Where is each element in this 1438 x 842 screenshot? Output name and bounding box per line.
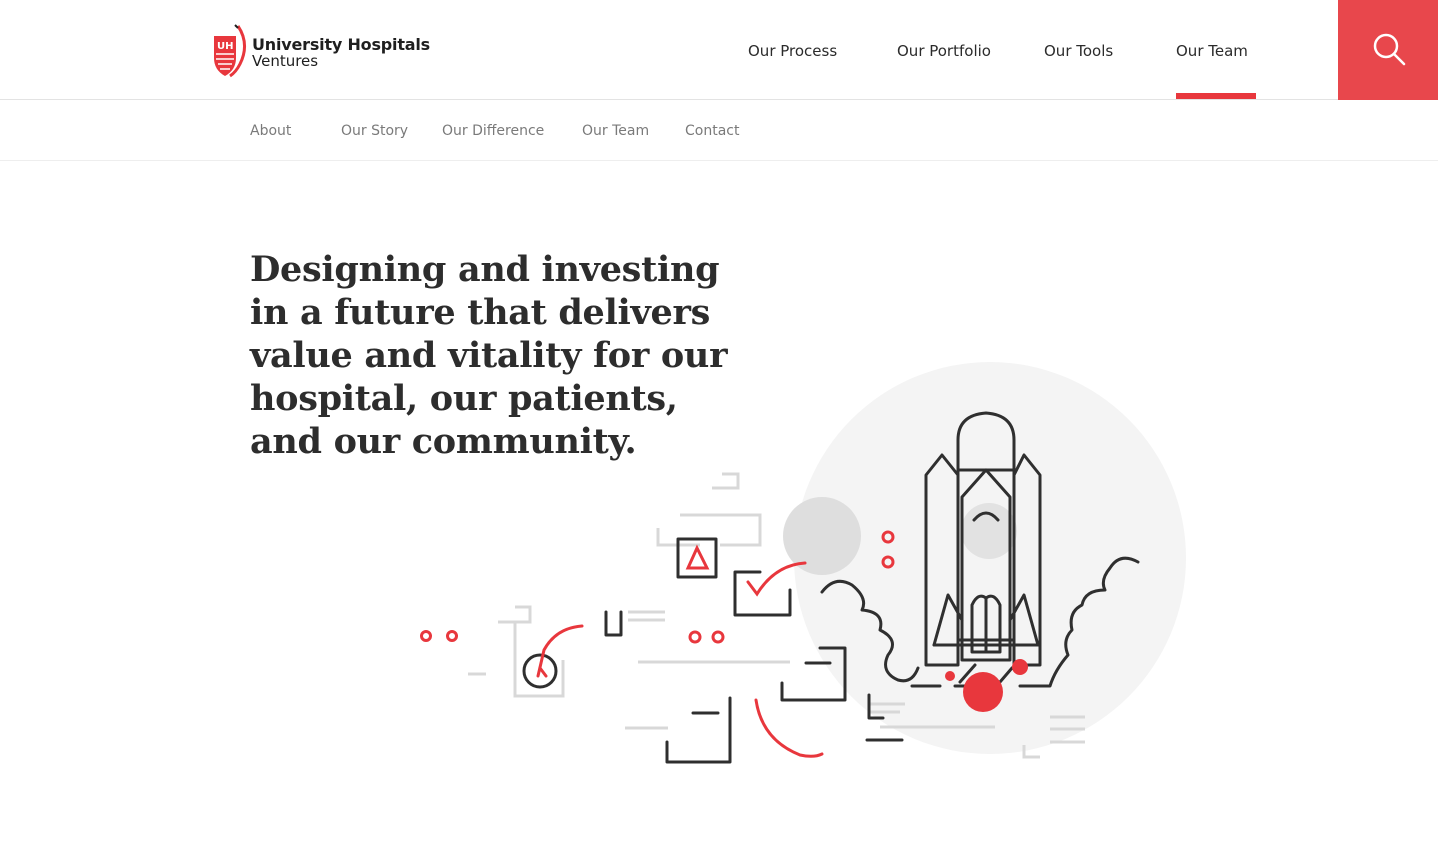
active-nav-indicator [1176, 93, 1256, 99]
uh-shield-icon: UH [214, 24, 246, 78]
site-header: UH University Hospitals Ventures Our Pro… [0, 0, 1438, 100]
subnav-our-story[interactable]: Our Story [341, 123, 408, 139]
subnav-contact[interactable]: Contact [685, 123, 739, 139]
subnav-about[interactable]: About [250, 123, 291, 139]
subnav-our-difference[interactable]: Our Difference [442, 123, 544, 139]
nav-our-tools[interactable]: Our Tools [1044, 42, 1113, 60]
rocket-launch-illustration [420, 362, 1186, 764]
logo-subname: Ventures [252, 52, 319, 70]
search-button[interactable] [1338, 0, 1438, 100]
logo-name: University Hospitals [252, 35, 430, 54]
svg-text:UH: UH [217, 41, 234, 52]
nav-our-team[interactable]: Our Team [1176, 42, 1248, 60]
subnav-our-team[interactable]: Our Team [582, 123, 649, 139]
sub-nav: About Our Story Our Difference Our Team … [0, 101, 1438, 161]
nav-our-process[interactable]: Our Process [748, 42, 837, 60]
uh-ventures-logo[interactable]: UH University Hospitals Ventures [212, 24, 432, 80]
nav-our-portfolio[interactable]: Our Portfolio [897, 42, 991, 60]
search-icon [1373, 33, 1406, 66]
